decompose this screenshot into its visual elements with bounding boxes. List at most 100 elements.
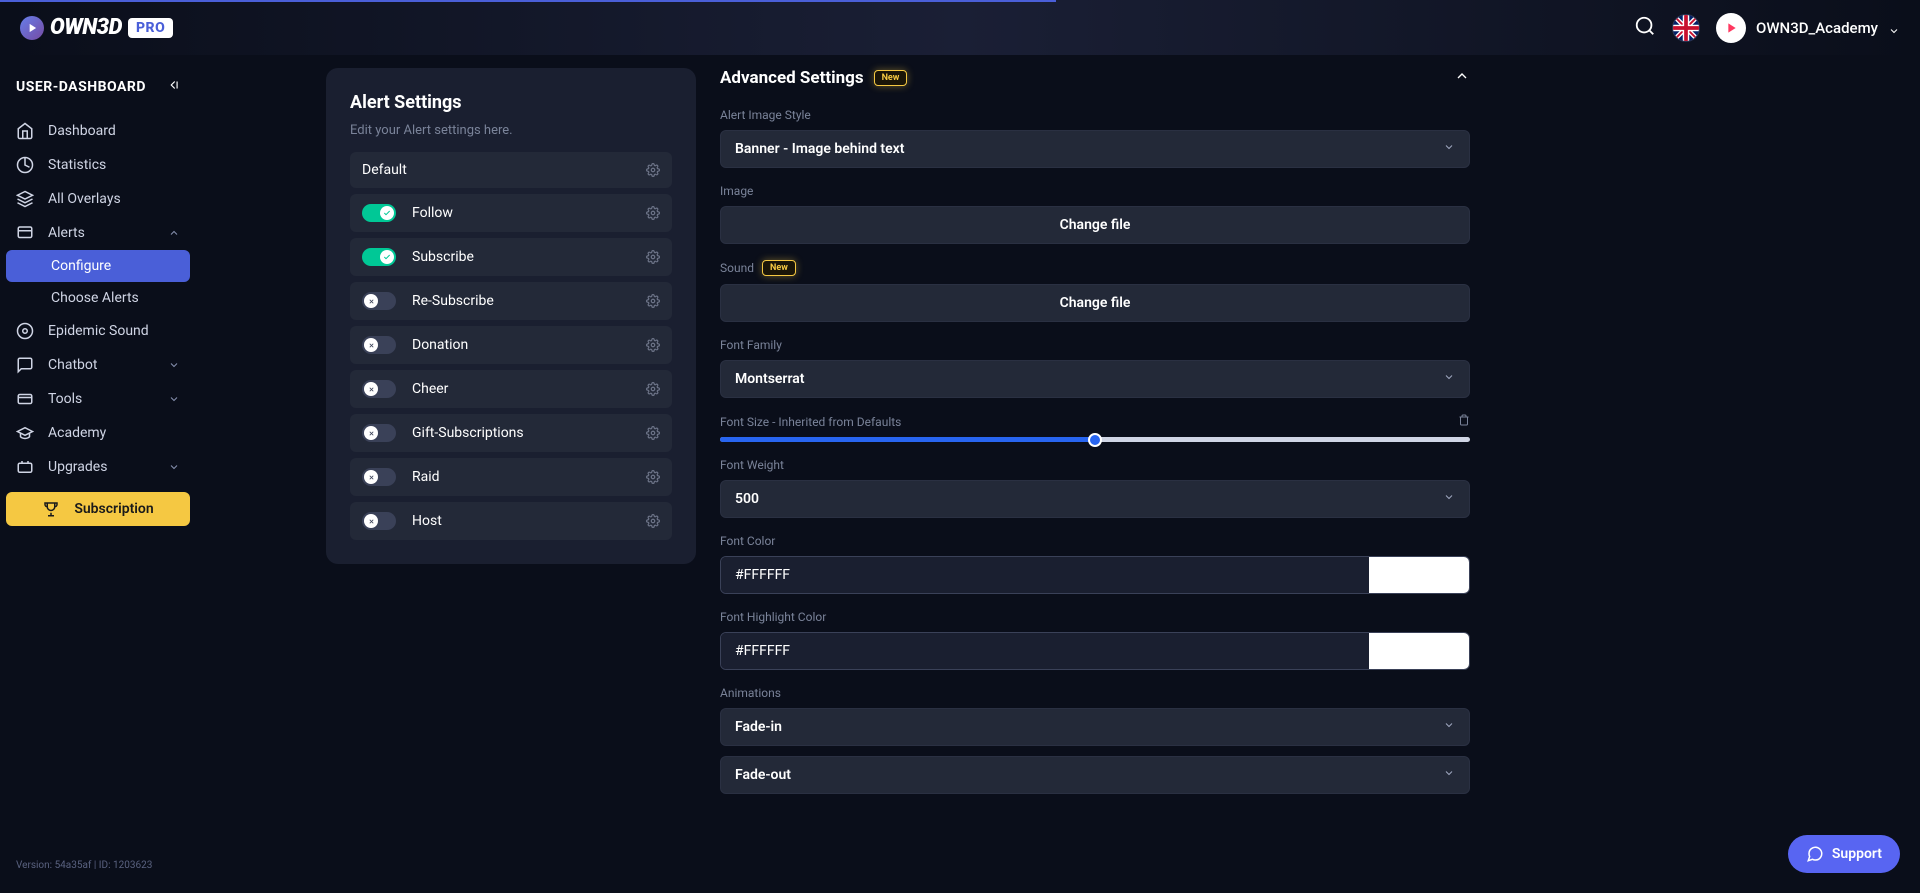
select-value: Banner - Image behind text	[735, 141, 904, 157]
gear-icon[interactable]	[646, 250, 660, 264]
gear-icon[interactable]	[646, 206, 660, 220]
alert-row[interactable]: Follow	[350, 194, 672, 232]
gear-icon[interactable]	[646, 426, 660, 440]
academy-icon	[16, 424, 34, 442]
search-icon[interactable]	[1634, 15, 1656, 41]
sidebar-subitem-choose-alerts[interactable]: Choose Alerts	[6, 282, 190, 314]
alert-label: Subscribe	[412, 249, 646, 265]
sidebar-subitem-configure[interactable]: Configure	[6, 250, 190, 282]
font-color-input[interactable]	[721, 557, 1369, 593]
alert-label: Re-Subscribe	[412, 293, 646, 309]
sidebar-item-alerts[interactable]: Alerts	[6, 216, 190, 250]
sidebar-item-label: Chatbot	[48, 357, 97, 373]
font-highlight-color-row	[720, 632, 1470, 670]
toggle[interactable]	[362, 292, 396, 310]
alert-row[interactable]: Subscribe	[350, 238, 672, 276]
alert-row[interactable]: Cheer	[350, 370, 672, 408]
sidebar-item-statistics[interactable]: Statistics	[6, 148, 190, 182]
sidebar-item-tools[interactable]: Tools	[6, 382, 190, 416]
sidebar-item-label: Dashboard	[48, 123, 116, 139]
sidebar-item-chatbot[interactable]: Chatbot	[6, 348, 190, 382]
support-button[interactable]: Support	[1788, 835, 1900, 873]
font-color-swatch[interactable]	[1369, 557, 1469, 593]
select-animation-in[interactable]: Fade-in	[720, 708, 1470, 746]
sidebar-item-upgrades[interactable]: Upgrades	[6, 450, 190, 484]
gear-icon[interactable]	[646, 470, 660, 484]
toggle[interactable]	[362, 512, 396, 530]
advanced-settings-panel: Advanced Settings New Alert Image Style …	[720, 68, 1470, 893]
alert-row[interactable]: Donation	[350, 326, 672, 364]
gear-icon[interactable]	[646, 382, 660, 396]
sidebar-item-epidemic[interactable]: Epidemic Sound	[6, 314, 190, 348]
collapse-icon[interactable]	[1454, 68, 1470, 88]
alert-row[interactable]: Gift-Subscriptions	[350, 414, 672, 452]
chevron-down-icon	[1443, 767, 1455, 783]
new-badge: New	[762, 260, 796, 276]
toggle[interactable]	[362, 204, 396, 222]
select-font-weight[interactable]: 500	[720, 480, 1470, 518]
toggle[interactable]	[362, 248, 396, 266]
change-file-button[interactable]: Change file	[720, 284, 1470, 322]
tools-icon	[16, 390, 34, 408]
sidebar-item-dashboard[interactable]: Dashboard	[6, 114, 190, 148]
sidebar-item-subscription[interactable]: Subscription	[6, 492, 190, 526]
slider-thumb[interactable]	[1088, 433, 1102, 447]
alert-row[interactable]: Re-Subscribe	[350, 282, 672, 320]
select-value: Fade-in	[735, 719, 782, 735]
select-animation-out[interactable]: Fade-out	[720, 756, 1470, 794]
field-label: Sound New	[720, 260, 1470, 276]
field-label: Font Size - Inherited from Defaults	[720, 414, 1470, 429]
user-menu[interactable]: OWN3D_Academy	[1716, 13, 1900, 43]
sidebar-item-overlays[interactable]: All Overlays	[6, 182, 190, 216]
alert-settings-panel: Alert Settings Edit your Alert settings …	[326, 68, 696, 564]
font-highlight-color-input[interactable]	[721, 633, 1369, 669]
alert-settings-subtitle: Edit your Alert settings here.	[350, 123, 672, 138]
user-avatar	[1716, 13, 1746, 43]
gear-icon[interactable]	[646, 514, 660, 528]
field-alert-image-style: Alert Image Style Banner - Image behind …	[720, 108, 1470, 168]
alert-label: Cheer	[412, 381, 646, 397]
sidebar-subitem-label: Choose Alerts	[51, 290, 139, 306]
home-icon	[16, 122, 34, 140]
field-label: Animations	[720, 686, 1470, 700]
font-color-row	[720, 556, 1470, 594]
gear-icon[interactable]	[646, 163, 660, 177]
sidebar-item-label: Alerts	[48, 225, 85, 241]
advanced-title: Advanced Settings	[720, 68, 864, 88]
gear-icon[interactable]	[646, 294, 660, 308]
toggle[interactable]	[362, 380, 396, 398]
logo-pro-badge: PRO	[128, 18, 173, 38]
chevron-down-icon	[1443, 141, 1455, 157]
font-highlight-color-swatch[interactable]	[1369, 633, 1469, 669]
field-font-highlight-color: Font Highlight Color	[720, 610, 1470, 670]
alert-row[interactable]: Raid	[350, 458, 672, 496]
select-font-family[interactable]: Montserrat	[720, 360, 1470, 398]
toggle[interactable]	[362, 424, 396, 442]
gear-icon[interactable]	[646, 338, 660, 352]
logo-text: OWN3D	[50, 15, 122, 40]
logo[interactable]: OWN3D PRO	[20, 15, 173, 40]
alert-settings-title: Alert Settings	[350, 92, 672, 113]
font-size-slider[interactable]	[720, 437, 1470, 442]
change-file-button[interactable]: Change file	[720, 206, 1470, 244]
sidebar-item-label: Statistics	[48, 157, 106, 173]
support-label: Support	[1832, 846, 1882, 862]
toggle[interactable]	[362, 336, 396, 354]
sidebar-item-academy[interactable]: Academy	[6, 416, 190, 450]
field-image: Image Change file	[720, 184, 1470, 244]
chart-icon	[16, 156, 34, 174]
select-alert-image-style[interactable]: Banner - Image behind text	[720, 130, 1470, 168]
field-font-size: Font Size - Inherited from Defaults	[720, 414, 1470, 442]
sidebar-collapse-icon[interactable]	[166, 77, 180, 96]
toggle[interactable]	[362, 468, 396, 486]
alert-row[interactable]: Host	[350, 502, 672, 540]
sidebar-item-label: Epidemic Sound	[48, 323, 149, 339]
alert-row[interactable]: Default	[350, 152, 672, 188]
sidebar-header: USER-DASHBOARD	[6, 67, 190, 114]
field-label: Image	[720, 184, 1470, 198]
header: OWN3D PRO OWN3D_Academy	[0, 0, 1920, 55]
trash-icon[interactable]	[1458, 414, 1470, 429]
field-label: Font Highlight Color	[720, 610, 1470, 624]
sidebar-item-label: Tools	[48, 391, 82, 407]
language-selector[interactable]	[1672, 14, 1700, 42]
